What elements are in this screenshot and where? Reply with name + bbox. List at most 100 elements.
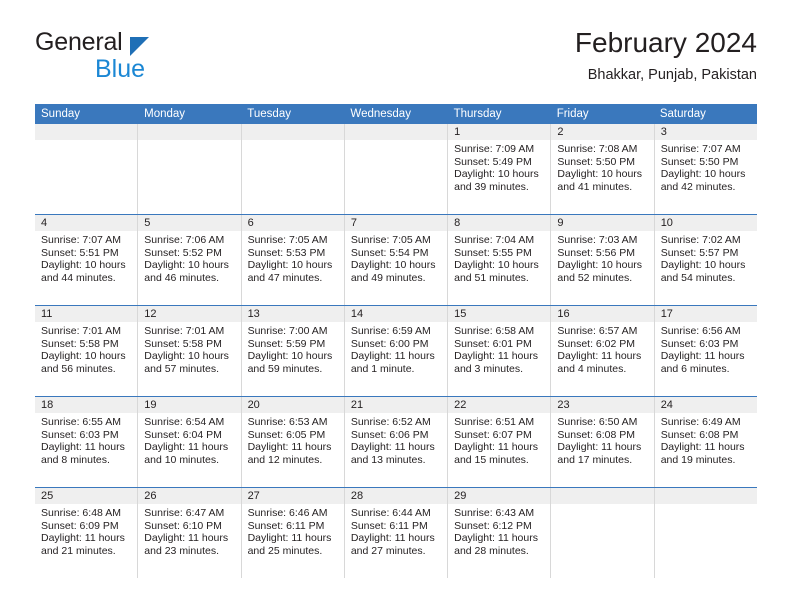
daylight-text-line1: Daylight: 10 hours <box>454 259 539 272</box>
day-number: 21 <box>344 397 448 413</box>
day-details: Sunrise: 6:55 AM Sunset: 6:03 PM Dayligh… <box>35 413 137 466</box>
daylight-text-line2: and 44 minutes. <box>41 271 116 284</box>
day-number <box>241 124 344 140</box>
day-cell[interactable]: 24 Sunrise: 6:49 AM Sunset: 6:08 PM Dayl… <box>654 397 757 487</box>
sunrise-text: Sunrise: 7:09 AM <box>454 143 535 155</box>
sunrise-text: Sunrise: 7:07 AM <box>41 234 121 246</box>
sunset-text: Sunset: 5:56 PM <box>557 246 636 259</box>
day-cell[interactable]: 8 Sunrise: 7:04 AM Sunset: 5:55 PM Dayli… <box>448 215 552 305</box>
day-cell[interactable]: 14 Sunrise: 6:59 AM Sunset: 6:00 PM Dayl… <box>344 306 449 396</box>
daylight-text-line1: Daylight: 11 hours <box>350 441 435 454</box>
day-details: Sunrise: 7:05 AM Sunset: 5:54 PM Dayligh… <box>345 231 447 284</box>
sunset-text: Sunset: 6:01 PM <box>454 337 532 350</box>
day-cell[interactable]: 2 Sunrise: 7:08 AM Sunset: 5:50 PM Dayli… <box>551 124 655 214</box>
day-cell[interactable]: 28 Sunrise: 6:44 AM Sunset: 6:11 PM Dayl… <box>344 488 449 578</box>
calendar-week-row: 25 Sunrise: 6:48 AM Sunset: 6:09 PM Dayl… <box>35 488 757 578</box>
day-cell[interactable]: 15 Sunrise: 6:58 AM Sunset: 6:01 PM Dayl… <box>448 306 552 396</box>
day-cell[interactable]: 6 Sunrise: 7:05 AM Sunset: 5:53 PM Dayli… <box>241 215 345 305</box>
daylight-text-line1: Daylight: 11 hours <box>660 441 745 454</box>
day-number: 2 <box>551 124 654 140</box>
daylight-text-line2: and 6 minutes. <box>660 362 730 375</box>
day-cell[interactable]: 19 Sunrise: 6:54 AM Sunset: 6:04 PM Dayl… <box>138 397 242 487</box>
day-details: Sunrise: 6:49 AM Sunset: 6:08 PM Dayligh… <box>655 413 757 466</box>
day-cell[interactable]: 29 Sunrise: 6:43 AM Sunset: 6:12 PM Dayl… <box>448 488 552 578</box>
day-number: 18 <box>35 397 138 413</box>
day-cell[interactable]: 11 Sunrise: 7:01 AM Sunset: 5:58 PM Dayl… <box>35 306 139 396</box>
weekday-header-monday: Monday <box>144 108 186 120</box>
day-cell[interactable] <box>654 488 757 578</box>
day-number: 12 <box>138 306 241 322</box>
day-details: Sunrise: 6:56 AM Sunset: 6:03 PM Dayligh… <box>655 322 757 375</box>
day-cell[interactable]: 3 Sunrise: 7:07 AM Sunset: 5:50 PM Dayli… <box>654 124 757 214</box>
daylight-text-line2: and 13 minutes. <box>350 453 426 466</box>
day-number: 6 <box>241 215 344 231</box>
daylight-text-line2: and 52 minutes. <box>557 271 633 284</box>
day-cell[interactable] <box>344 124 449 214</box>
day-details: Sunrise: 6:50 AM Sunset: 6:08 PM Dayligh… <box>551 413 653 466</box>
day-cell[interactable]: 20 Sunrise: 6:53 AM Sunset: 6:05 PM Dayl… <box>241 397 345 487</box>
logo-text-blue: Blue <box>95 55 146 83</box>
day-details: Sunrise: 6:57 AM Sunset: 6:02 PM Dayligh… <box>551 322 653 375</box>
weekday-header-thursday: Thursday <box>453 108 502 120</box>
day-cell[interactable]: 17 Sunrise: 6:56 AM Sunset: 6:03 PM Dayl… <box>654 306 757 396</box>
daylight-text-line2: and 41 minutes. <box>557 180 633 193</box>
day-cell[interactable] <box>241 124 345 214</box>
day-cell[interactable]: 5 Sunrise: 7:06 AM Sunset: 5:52 PM Dayli… <box>138 215 242 305</box>
day-cell[interactable]: 12 Sunrise: 7:01 AM Sunset: 5:58 PM Dayl… <box>138 306 242 396</box>
day-number: 8 <box>448 215 551 231</box>
sunrise-text: Sunrise: 7:05 AM <box>350 234 431 246</box>
day-details: Sunrise: 6:48 AM Sunset: 6:09 PM Dayligh… <box>35 504 137 557</box>
sunrise-text: Sunrise: 6:46 AM <box>247 507 328 519</box>
day-cell[interactable]: 21 Sunrise: 6:52 AM Sunset: 6:06 PM Dayl… <box>344 397 449 487</box>
day-number <box>35 124 138 140</box>
sunset-text: Sunset: 6:08 PM <box>557 428 636 441</box>
day-cell[interactable]: 10 Sunrise: 7:02 AM Sunset: 5:57 PM Dayl… <box>654 215 757 305</box>
sunrise-text: Sunrise: 6:56 AM <box>660 325 741 337</box>
weekday-header-wednesday: Wednesday <box>350 108 411 120</box>
daylight-text-line2: and 3 minutes. <box>454 362 524 375</box>
daylight-text-line2: and 47 minutes. <box>247 271 323 284</box>
daylight-text-line1: Daylight: 11 hours <box>350 350 435 363</box>
day-details: Sunrise: 7:06 AM Sunset: 5:52 PM Dayligh… <box>138 231 240 284</box>
day-details: Sunrise: 7:02 AM Sunset: 5:57 PM Dayligh… <box>655 231 757 284</box>
day-cell[interactable]: 16 Sunrise: 6:57 AM Sunset: 6:02 PM Dayl… <box>551 306 655 396</box>
day-cell[interactable]: 18 Sunrise: 6:55 AM Sunset: 6:03 PM Dayl… <box>35 397 139 487</box>
sunrise-text: Sunrise: 6:47 AM <box>144 507 225 519</box>
sunset-text: Sunset: 5:59 PM <box>247 337 326 350</box>
day-cell[interactable]: 7 Sunrise: 7:05 AM Sunset: 5:54 PM Dayli… <box>344 215 449 305</box>
day-cell[interactable] <box>138 124 242 214</box>
sunset-text: Sunset: 5:57 PM <box>660 246 739 259</box>
day-cell[interactable] <box>551 488 655 578</box>
daylight-text-line1: Daylight: 11 hours <box>41 532 125 545</box>
day-cell[interactable] <box>35 124 139 214</box>
day-cell[interactable]: 26 Sunrise: 6:47 AM Sunset: 6:10 PM Dayl… <box>138 488 242 578</box>
day-cell[interactable]: 13 Sunrise: 7:00 AM Sunset: 5:59 PM Dayl… <box>241 306 345 396</box>
daylight-text-line1: Daylight: 10 hours <box>557 259 643 272</box>
day-cell[interactable]: 27 Sunrise: 6:46 AM Sunset: 6:11 PM Dayl… <box>241 488 345 578</box>
daylight-text-line1: Daylight: 10 hours <box>41 350 126 363</box>
daylight-text-line1: Daylight: 10 hours <box>660 259 746 272</box>
day-cell[interactable]: 22 Sunrise: 6:51 AM Sunset: 6:07 PM Dayl… <box>448 397 552 487</box>
day-number: 22 <box>448 397 551 413</box>
day-cell[interactable]: 9 Sunrise: 7:03 AM Sunset: 5:56 PM Dayli… <box>551 215 655 305</box>
daylight-text-line2: and 42 minutes. <box>660 180 736 193</box>
daylight-text-line2: and 8 minutes. <box>41 453 110 466</box>
daylight-text-line2: and 15 minutes. <box>454 453 529 466</box>
day-number <box>551 488 654 504</box>
day-number: 14 <box>344 306 448 322</box>
daylight-text-line2: and 59 minutes. <box>247 362 323 375</box>
sunset-text: Sunset: 6:12 PM <box>454 519 532 532</box>
day-details: Sunrise: 6:54 AM Sunset: 6:04 PM Dayligh… <box>138 413 240 466</box>
daylight-text-line2: and 19 minutes. <box>660 453 736 466</box>
day-cell[interactable]: 4 Sunrise: 7:07 AM Sunset: 5:51 PM Dayli… <box>35 215 139 305</box>
daylight-text-line2: and 57 minutes. <box>144 362 219 375</box>
daylight-text-line1: Daylight: 11 hours <box>454 441 538 454</box>
day-number: 15 <box>448 306 551 322</box>
sunrise-text: Sunrise: 7:05 AM <box>247 234 328 246</box>
day-cell[interactable]: 25 Sunrise: 6:48 AM Sunset: 6:09 PM Dayl… <box>35 488 139 578</box>
daylight-text-line1: Daylight: 11 hours <box>454 532 538 545</box>
day-cell[interactable]: 23 Sunrise: 6:50 AM Sunset: 6:08 PM Dayl… <box>551 397 655 487</box>
sunset-text: Sunset: 6:03 PM <box>41 428 119 441</box>
day-cell[interactable]: 1 Sunrise: 7:09 AM Sunset: 5:49 PM Dayli… <box>448 124 552 214</box>
daylight-text-line1: Daylight: 11 hours <box>247 532 332 545</box>
